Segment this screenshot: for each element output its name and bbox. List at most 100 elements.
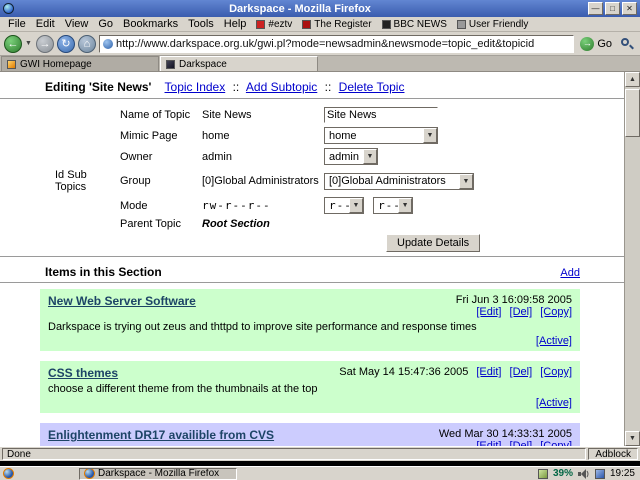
mimic-page-label: Mimic Page [120, 129, 178, 142]
topic-name-input[interactable] [324, 107, 438, 123]
owner-label: Owner [120, 150, 153, 163]
firefox-icon [84, 468, 95, 479]
adblock-button[interactable]: Adblock [588, 448, 638, 460]
name-of-topic-label: Name of Topic [120, 109, 191, 121]
clock[interactable]: 19:25 [610, 468, 638, 479]
menu-help[interactable]: Help [220, 18, 251, 30]
status-bar: Done Adblock [0, 446, 640, 461]
bookmark-eztv[interactable]: #eztv [252, 19, 296, 30]
go-label: Go [597, 37, 612, 50]
news-item-title-link[interactable]: Enlightenment DR17 availible from CVS [48, 428, 274, 442]
news-item-list: New Web Server Software Fri Jun 3 16:09:… [40, 289, 580, 446]
title-bar[interactable]: Darkspace - Mozilla Firefox — □ ✕ [0, 0, 640, 17]
active-link[interactable]: [Active] [536, 397, 572, 409]
del-link[interactable]: [Del] [510, 366, 533, 378]
topic-index-link[interactable]: Topic Index [165, 80, 226, 94]
copy-link[interactable]: [Copy] [540, 306, 572, 318]
name-of-topic-value: Site News [202, 109, 252, 121]
group-select[interactable]: [0]Global Administrators ▼ [324, 172, 474, 190]
close-button[interactable]: ✕ [622, 2, 637, 15]
copy-link[interactable]: [Copy] [540, 366, 572, 378]
menu-tools[interactable]: Tools [184, 18, 218, 30]
vertical-scrollbar[interactable]: ▲ ▼ [624, 72, 640, 446]
bookmark-icon [456, 19, 466, 29]
scroll-up-button[interactable]: ▲ [625, 72, 640, 87]
parent-topic-label: Parent Topic [120, 218, 181, 230]
news-item: New Web Server Software Fri Jun 3 16:09:… [40, 289, 580, 351]
bookmark-icon [381, 19, 391, 29]
tray-icon[interactable] [537, 468, 548, 479]
maximize-button[interactable]: □ [605, 2, 620, 15]
bookmark-label: The Register [314, 18, 372, 30]
bookmark-user-friendly[interactable]: User Friendly [453, 19, 532, 30]
menu-file[interactable]: File [4, 18, 30, 30]
firefox-launcher[interactable] [2, 468, 15, 480]
tab-gwi-homepage[interactable]: GWI Homepage [1, 56, 159, 71]
mimic-page-select[interactable]: home ▼ [324, 127, 438, 144]
separator: :: [324, 80, 332, 94]
mode-group-select[interactable]: r-- ▼ [324, 197, 364, 214]
owner-value: admin [202, 150, 232, 163]
add-subtopic-link[interactable]: Add Subtopic [246, 80, 317, 94]
bookmark-the-register[interactable]: The Register [298, 19, 375, 30]
tab-bar: GWI Homepage Darkspace [0, 56, 640, 72]
taskbar-window-label: Darkspace - Mozilla Firefox [98, 468, 220, 479]
dropdown-arrow-icon: ▼ [349, 198, 363, 213]
owner-select[interactable]: admin ▼ [324, 148, 378, 165]
menu-bookmarks[interactable]: Bookmarks [119, 18, 182, 30]
scroll-down-button[interactable]: ▼ [625, 431, 640, 446]
edit-link[interactable]: [Edit] [476, 306, 501, 318]
go-button[interactable]: → Go [577, 36, 615, 51]
tab-label: GWI Homepage [20, 58, 92, 70]
back-button[interactable]: ← [4, 34, 22, 53]
active-link[interactable]: [Active] [536, 335, 572, 347]
bookmark-icon [302, 19, 312, 29]
news-item-date: Wed Mar 30 14:33:31 2005 [438, 428, 572, 440]
search-icon[interactable] [618, 35, 636, 53]
menu-view[interactable]: View [61, 18, 93, 30]
delete-topic-link[interactable]: Delete Topic [339, 80, 405, 94]
minimize-button[interactable]: — [588, 2, 603, 15]
news-item: Enlightenment DR17 availible from CVS We… [40, 423, 580, 446]
news-item-description: choose a different theme from the thumbn… [48, 383, 318, 395]
bookmark-bbc-news[interactable]: BBC NEWS [378, 19, 451, 30]
volume-icon[interactable] [577, 468, 590, 479]
copy-link[interactable]: [Copy] [540, 440, 572, 446]
reload-button[interactable]: ↻ [57, 34, 75, 53]
url-bar [99, 34, 575, 53]
mimic-page-value: home [202, 129, 230, 142]
del-link[interactable]: [Del] [510, 440, 533, 446]
divider [0, 256, 624, 257]
scrollbar-track[interactable] [625, 87, 640, 431]
taskbar: Darkspace - Mozilla Firefox 39% 19:25 [0, 466, 640, 480]
firefox-icon [3, 468, 14, 479]
forward-button[interactable]: → [36, 34, 54, 53]
go-arrow-icon: → [580, 36, 595, 51]
menu-go[interactable]: Go [94, 18, 117, 30]
news-item-date: Sat May 14 15:47:36 2005 [339, 366, 469, 378]
url-input[interactable] [116, 36, 571, 51]
taskbar-window-button[interactable]: Darkspace - Mozilla Firefox [79, 467, 237, 480]
add-link[interactable]: Add [560, 267, 580, 279]
news-item-title-link[interactable]: CSS themes [48, 366, 118, 380]
window-icon [3, 3, 14, 14]
browser-window: Darkspace - Mozilla Firefox — □ ✕ File E… [0, 0, 640, 461]
dropdown-arrow-icon: ▼ [459, 173, 473, 189]
content-area: Editing 'Site News' Topic Index :: Add S… [0, 72, 640, 446]
mode-other-select[interactable]: r-- ▼ [373, 197, 414, 214]
news-item-title-link[interactable]: New Web Server Software [48, 294, 196, 308]
navigation-toolbar: ← ▼ → ↻ ⌂ → Go [0, 32, 640, 56]
tab-darkspace[interactable]: Darkspace [160, 56, 318, 71]
update-details-button[interactable]: Update Details [386, 234, 481, 252]
tray-icon[interactable] [594, 468, 605, 479]
topic-edit-form: Name of Topic Site News Mimic Page home … [40, 107, 580, 252]
menu-edit[interactable]: Edit [32, 18, 59, 30]
del-link[interactable]: [Del] [510, 306, 533, 318]
scrollbar-thumb[interactable] [625, 89, 640, 137]
parent-topic-value: Root Section [202, 218, 270, 230]
edit-link[interactable]: [Edit] [476, 440, 501, 446]
status-text: Done [2, 448, 587, 460]
back-history-dropdown[interactable]: ▼ [25, 40, 33, 47]
edit-link[interactable]: [Edit] [476, 366, 501, 378]
home-button[interactable]: ⌂ [78, 34, 96, 53]
